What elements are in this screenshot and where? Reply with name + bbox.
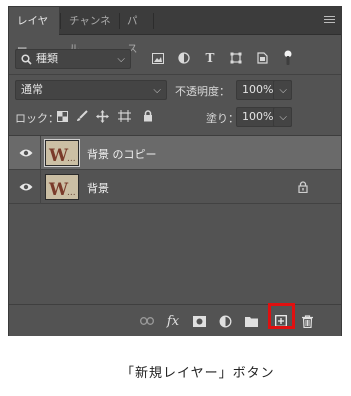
fill-value: 100% [242,110,274,123]
filter-kind-select[interactable]: 種類 ⌵ [15,49,131,69]
shape-filter-icon[interactable] [227,49,245,67]
svg-text:W: W [48,180,69,200]
eye-icon[interactable] [19,147,33,159]
opacity-label: 不透明度： [175,85,230,98]
fill-label: 塗り： [206,112,239,125]
trash-icon[interactable] [297,311,317,331]
lock-all-icon[interactable] [139,107,157,125]
chevron-down-icon: ⌵ [279,112,287,123]
panel-tab-bar: レイヤー チャンネル パス [9,7,341,55]
smart-object-filter-icon[interactable] [253,49,271,67]
layers-panel: レイヤー チャンネル パス 種類 ⌵ T [8,6,342,336]
lock-position-icon[interactable] [93,107,111,125]
layer-row-background[interactable]: W... 背景 [9,170,341,204]
svg-text:...: ... [67,188,76,198]
caption: 「新規レイヤー」ボタン [121,366,275,381]
folder-icon[interactable] [241,311,261,331]
type-filter-icon[interactable]: T [201,49,219,67]
svg-text:...: ... [67,154,76,164]
layer-thumbnail: W... [45,174,79,200]
adjustment-icon[interactable] [215,311,235,331]
adjustment-filter-icon[interactable] [175,49,193,67]
tab-paths[interactable]: パス [119,7,153,55]
layer-name: 背景 [87,182,109,195]
lock-transparent-icon[interactable] [53,107,71,125]
chevron-down-icon: ⌵ [279,85,287,96]
link-icon[interactable] [137,311,157,331]
pixel-filter-icon[interactable] [149,49,167,67]
filter-toggle-icon[interactable] [279,49,297,67]
divider [40,136,41,170]
layers-list: W... 背景 のコピー W... 背景 [9,135,341,299]
divider [9,74,341,75]
tab-layers[interactable]: レイヤー [9,7,59,55]
filter-kind-label: 種類 [36,52,58,65]
filter-row: 種類 ⌵ T [9,47,341,71]
blend-mode-value: 通常 [21,83,43,96]
layer-thumbnail: W... [44,139,80,167]
layer-name: 背景 のコピー [87,148,157,161]
mask-icon[interactable] [189,311,209,331]
divider [40,170,41,204]
blend-mode-select[interactable]: 通常 ⌵ [15,80,167,100]
opacity-dropdown[interactable]: ⌵ [273,80,292,100]
chevron-down-icon: ⌵ [117,54,125,65]
lock-image-icon[interactable] [73,107,91,125]
eye-icon[interactable] [19,181,33,193]
tab-channels[interactable]: チャンネル [61,7,119,55]
lock-icon [298,181,308,193]
svg-text:W: W [48,146,69,166]
tab-separator [153,13,154,29]
lock-artboard-icon[interactable] [115,107,133,125]
fill-dropdown[interactable]: ⌵ [273,107,292,127]
search-icon [21,54,32,65]
panel-menu-icon[interactable] [324,16,335,26]
fx-icon[interactable]: fx [163,311,183,331]
opacity-value: 100% [242,83,274,96]
chevron-down-icon: ⌵ [153,85,161,96]
new-layer-button-highlight [268,303,295,329]
layer-row-background-copy[interactable]: W... 背景 のコピー [9,136,341,170]
